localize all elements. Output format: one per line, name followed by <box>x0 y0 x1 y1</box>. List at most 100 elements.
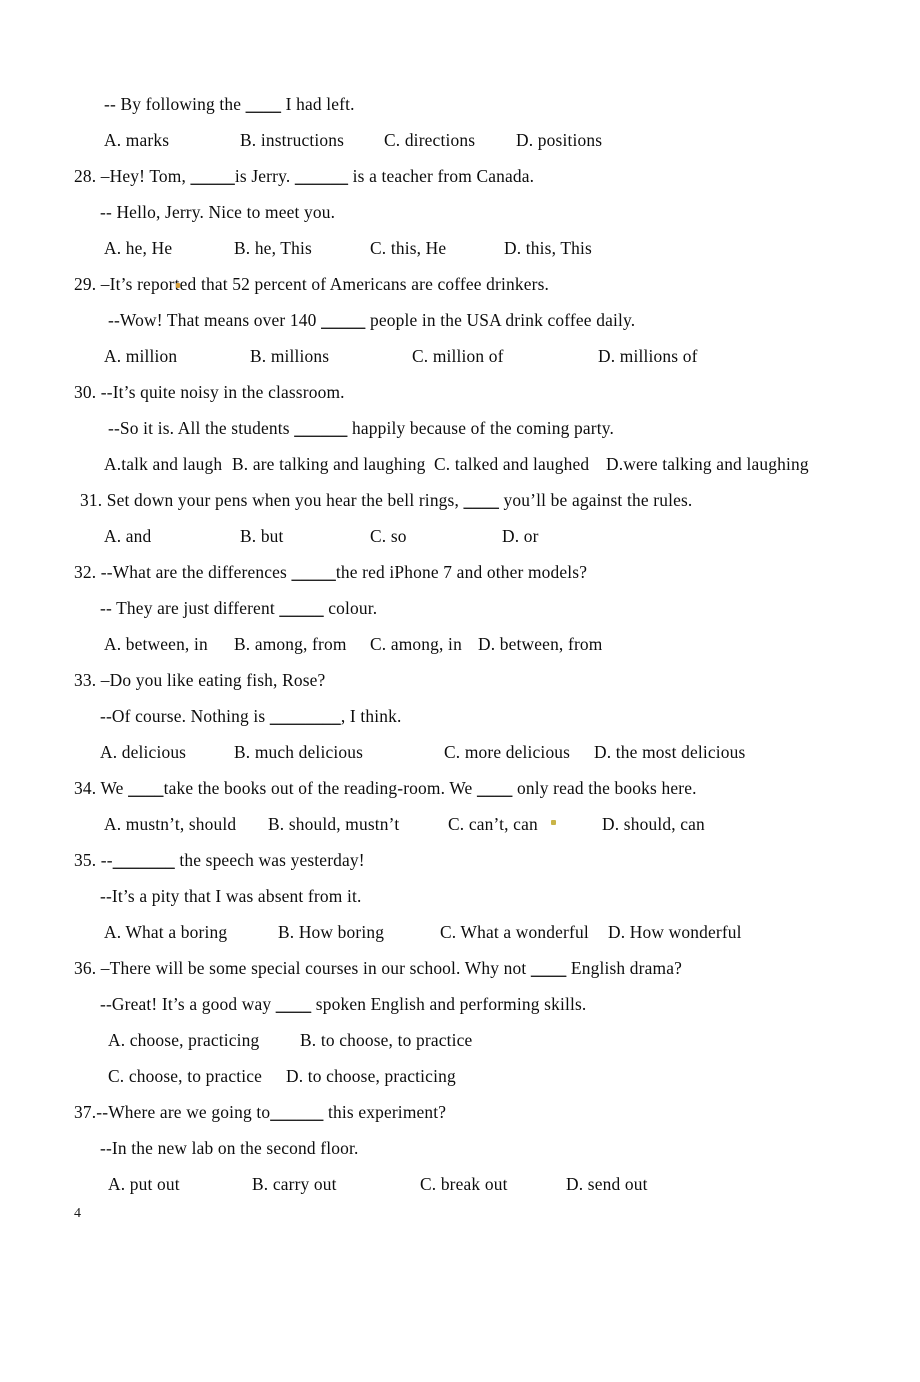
option-c[interactable]: C. this, He <box>370 230 446 266</box>
option-a[interactable]: A. marks <box>104 122 169 158</box>
answer-blank-2: ____ <box>476 778 513 798</box>
dialogue-text-pre: --Great! It’s a good way <box>100 994 276 1014</box>
dialogue-text-post: colour. <box>323 598 378 618</box>
answer-blank: _____ <box>279 598 324 618</box>
option-b[interactable]: B. millions <box>250 338 329 374</box>
option-row: A. between, in B. among, from C. among, … <box>0 626 920 662</box>
dialogue-line: --It’s a pity that I was absent from it. <box>100 886 362 906</box>
answer-blank: _____ <box>321 310 366 330</box>
option-d[interactable]: D. positions <box>516 122 602 158</box>
option-d[interactable]: D.were talking and laughing <box>606 446 809 482</box>
question-line: 34. We ____take the books out of the rea… <box>0 770 920 806</box>
exam-body: -- By following the ____ I had left. A. … <box>0 86 920 1202</box>
question-text-post: you’ll be against the rules. <box>499 490 693 510</box>
option-row: A. he, He B. he, This C. this, He D. thi… <box>0 230 920 266</box>
answer-blank: _____ <box>190 166 235 186</box>
option-d[interactable]: D. between, from <box>478 626 602 662</box>
option-row: A. What a boring B. How boring C. What a… <box>0 914 920 950</box>
option-row: A. delicious B. much delicious C. more d… <box>0 734 920 770</box>
dialogue-text-pre: -- They are just different <box>100 598 280 618</box>
option-row: A. marks B. instructions C. directions D… <box>0 122 920 158</box>
dialogue-text-pre: --Wow! That means over 140 <box>108 310 322 330</box>
question-text-pre: 32. --What are the differences <box>74 562 292 582</box>
option-b[interactable]: B. among, from <box>234 626 347 662</box>
dialogue-line: --So it is. All the students ______ happ… <box>0 410 920 446</box>
option-a[interactable]: A. and <box>104 518 151 554</box>
option-a[interactable]: A. put out <box>108 1166 180 1202</box>
option-c[interactable]: C. directions <box>384 122 475 158</box>
option-b[interactable]: B. but <box>240 518 284 554</box>
option-c[interactable]: C. among, in <box>370 626 462 662</box>
question-line: 33. –Do you like eating fish, Rose? <box>74 670 326 690</box>
option-d[interactable]: D. the most delicious <box>594 734 745 770</box>
option-c[interactable]: C. so <box>370 518 407 554</box>
option-b[interactable]: B. should, mustn’t <box>268 806 399 842</box>
option-row: A. put out B. carry out C. break out D. … <box>0 1166 920 1202</box>
scan-speck-icon <box>551 820 556 825</box>
option-d[interactable]: D. How wonderful <box>608 914 742 950</box>
option-c[interactable]: C. break out <box>420 1166 508 1202</box>
option-row: A. mustn’t, should B. should, mustn’t C.… <box>0 806 920 842</box>
option-a[interactable]: A. choose, practicing <box>108 1022 259 1058</box>
option-a[interactable]: A. he, He <box>104 230 172 266</box>
option-b[interactable]: B. carry out <box>252 1166 337 1202</box>
option-b[interactable]: B. are talking and laughing <box>232 446 426 482</box>
option-row: A. million B. millions C. million of D. … <box>0 338 920 374</box>
option-row: A.talk and laugh B. are talking and laug… <box>0 446 920 482</box>
option-d[interactable]: D. millions of <box>598 338 698 374</box>
question-text-pre: -- By following the <box>104 94 246 114</box>
option-d[interactable]: D. this, This <box>504 230 592 266</box>
option-c[interactable]: C. choose, to practice <box>108 1058 262 1094</box>
question-text-post: English drama? <box>566 958 683 978</box>
option-c[interactable]: C. What a wonderful <box>440 914 589 950</box>
option-b[interactable]: B. to choose, to practice <box>300 1022 472 1058</box>
dialogue-text-pre: --So it is. All the students <box>108 418 295 438</box>
option-b[interactable]: B. How boring <box>278 914 384 950</box>
option-d[interactable]: D. or <box>502 518 539 554</box>
answer-blank: ______ <box>270 1102 324 1122</box>
option-c[interactable]: C. can’t, can <box>448 806 538 842</box>
answer-blank: _______ <box>112 850 175 870</box>
question-text-pre: 31. Set down your pens when you hear the… <box>80 490 464 510</box>
option-c[interactable]: C. million of <box>412 338 504 374</box>
question-text-pre: 36. –There will be some special courses … <box>74 958 531 978</box>
question-text-mid: take the books out of the reading-room. … <box>163 778 477 798</box>
dialogue-line: --In the new lab on the second floor. <box>100 1138 359 1158</box>
document-page: -- By following the ____ I had left. A. … <box>0 0 920 1302</box>
answer-blank: ____ <box>530 958 567 978</box>
dialogue-line: -- Hello, Jerry. Nice to meet you. <box>100 202 336 222</box>
answer-blank: ____ <box>245 94 282 114</box>
answer-blank: ______ <box>294 418 348 438</box>
question-text-post: I had left. <box>281 94 355 114</box>
option-b[interactable]: B. he, This <box>234 230 312 266</box>
question-line: 36. –There will be some special courses … <box>0 950 920 986</box>
scan-speck-icon <box>176 283 180 288</box>
answer-blank: ____ <box>128 778 164 798</box>
option-a[interactable]: A.talk and laugh <box>104 446 222 482</box>
option-d[interactable]: D. send out <box>566 1166 648 1202</box>
option-c[interactable]: C. more delicious <box>444 734 570 770</box>
question-line: 35. --_______ the speech was yesterday! <box>0 842 920 878</box>
option-c[interactable]: C. talked and laughed <box>434 446 589 482</box>
option-b[interactable]: B. much delicious <box>234 734 363 770</box>
option-a[interactable]: A. delicious <box>100 734 186 770</box>
question-text-post: is a teacher from Canada. <box>348 166 535 186</box>
option-a[interactable]: A. between, in <box>104 626 208 662</box>
dialogue-line: -- They are just different _____ colour. <box>0 590 920 626</box>
dialogue-text-post: spoken English and performing skills. <box>311 994 587 1014</box>
dialogue-text-post: people in the USA drink coffee daily. <box>365 310 636 330</box>
option-d[interactable]: D. should, can <box>602 806 705 842</box>
dialogue-line: --Of course. Nothing is ________, I thin… <box>0 698 920 734</box>
question-line: 32. --What are the differences _____the … <box>0 554 920 590</box>
question-line: 37.--Where are we going to______ this ex… <box>0 1094 920 1130</box>
option-a[interactable]: A. mustn’t, should <box>104 806 236 842</box>
option-d[interactable]: D. to choose, practicing <box>286 1058 456 1094</box>
option-row: A. and B. but C. so D. or <box>0 518 920 554</box>
answer-blank: ____ <box>275 994 312 1014</box>
dialogue-text-post: , I think. <box>340 706 402 726</box>
option-b[interactable]: B. instructions <box>240 122 344 158</box>
question-text-post: this experiment? <box>323 1102 447 1122</box>
option-a[interactable]: A. What a boring <box>104 914 227 950</box>
question-text-post: the speech was yesterday! <box>174 850 365 870</box>
option-a[interactable]: A. million <box>104 338 177 374</box>
